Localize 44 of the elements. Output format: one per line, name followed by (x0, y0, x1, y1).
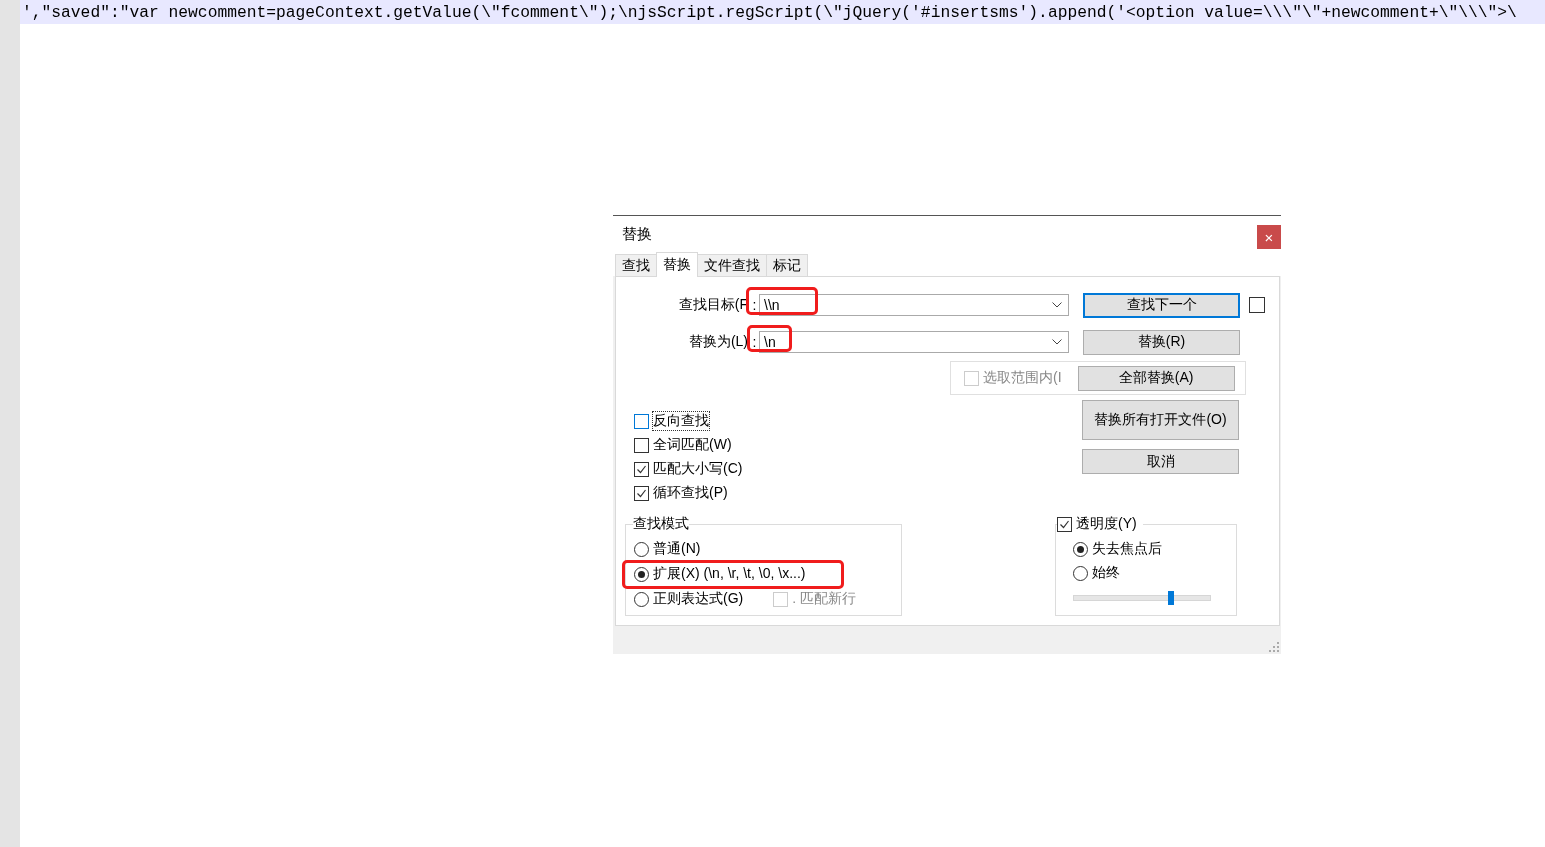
checkbox-label: 全词匹配(W) (653, 436, 732, 454)
resize-grip-icon[interactable] (1269, 642, 1279, 652)
colon-text: : (751, 297, 758, 313)
checkbox-label: 透明度(Y) (1076, 515, 1137, 533)
tab[interactable]: 标记 (766, 254, 808, 276)
checkbox[interactable] (634, 413, 649, 429)
slider-thumb[interactable] (1167, 591, 1174, 605)
tab[interactable]: 替换 (656, 252, 698, 277)
checkbox-label: 循环查找(P) (653, 484, 728, 502)
button[interactable]: 查找下一个 (1083, 292, 1240, 318)
checkbox-label: 反向查找 (653, 412, 709, 430)
chevron-down-icon (1052, 302, 1062, 308)
radio-button[interactable] (634, 566, 649, 582)
combo-field[interactable]: \n (759, 331, 1069, 353)
checkbox[interactable] (634, 461, 649, 477)
radio-label: 正则表达式(G) (653, 590, 744, 608)
window-title: 替换 (622, 224, 652, 244)
button[interactable]: 替换(R) (1083, 329, 1240, 355)
radio-label: 始终 (1092, 564, 1120, 582)
combo-field[interactable]: \\n (759, 294, 1069, 316)
colon-text: : (751, 334, 758, 350)
checkbox[interactable] (634, 485, 649, 501)
radio-label: 普通(N) (653, 540, 701, 558)
radio-button[interactable] (634, 541, 649, 557)
checkbox-label: 选取范围内(I (983, 369, 1062, 387)
checkbox[interactable] (1057, 516, 1072, 532)
checkbox-label: . 匹配新行 (792, 590, 856, 608)
radio-button[interactable] (634, 591, 649, 607)
checkbox[interactable] (1249, 297, 1265, 313)
button[interactable]: 全部替换(A) (1077, 365, 1235, 391)
tab[interactable]: 查找 (615, 254, 657, 276)
radio-button[interactable] (1073, 541, 1088, 557)
chevron-down-icon (1052, 339, 1062, 345)
close-button[interactable]: × (1257, 225, 1281, 249)
tab[interactable]: 文件查找 (697, 254, 767, 276)
radio-label: 扩展(X) (\n, \r, \t, \0, \x...) (653, 565, 806, 583)
radio-label: 失去焦点后 (1092, 540, 1162, 558)
button[interactable]: 取消 (1082, 449, 1239, 474)
checkbox-label: 匹配大小写(C) (653, 460, 743, 478)
group-title: 查找模式 (633, 515, 689, 533)
radio-button[interactable] (1073, 565, 1088, 581)
checkbox[interactable] (634, 437, 649, 453)
field-label: 替换为(L) (687, 333, 749, 351)
button[interactable]: 替换所有打开文件(O) (1082, 400, 1239, 440)
